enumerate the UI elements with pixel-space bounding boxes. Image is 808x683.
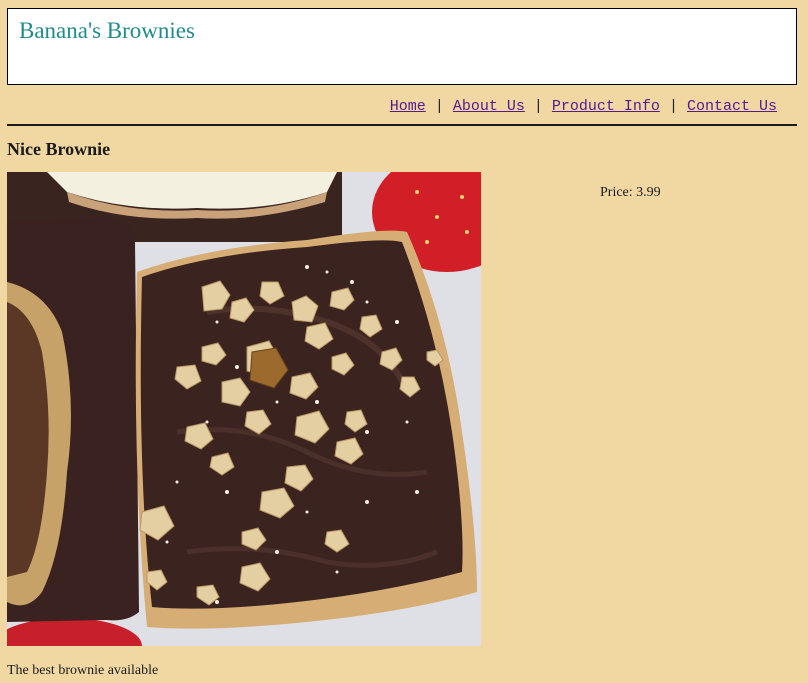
product-image: [7, 172, 481, 646]
main-nav: Home | About Us | Product Info | Contact…: [390, 98, 777, 115]
nav-separator: |: [668, 98, 678, 115]
nav-separator: |: [434, 98, 444, 115]
price-display: Price: 3.99: [600, 185, 661, 201]
nav-separator: |: [533, 98, 543, 115]
nav-link-contact-us[interactable]: Contact Us: [687, 98, 777, 115]
product-description: The best brownie available: [7, 663, 159, 678]
nav-divider: [7, 124, 797, 126]
site-header: Banana's Brownies: [7, 8, 797, 85]
nav-link-about-us[interactable]: About Us: [453, 98, 525, 115]
price-value: 3.99: [636, 185, 661, 200]
product-title: Nice Brownie: [7, 139, 111, 159]
nav-link-product-info[interactable]: Product Info: [552, 98, 660, 115]
nav-link-home[interactable]: Home: [390, 98, 426, 115]
site-title: Banana's Brownies: [19, 18, 195, 43]
price-label: Price:: [600, 185, 633, 200]
